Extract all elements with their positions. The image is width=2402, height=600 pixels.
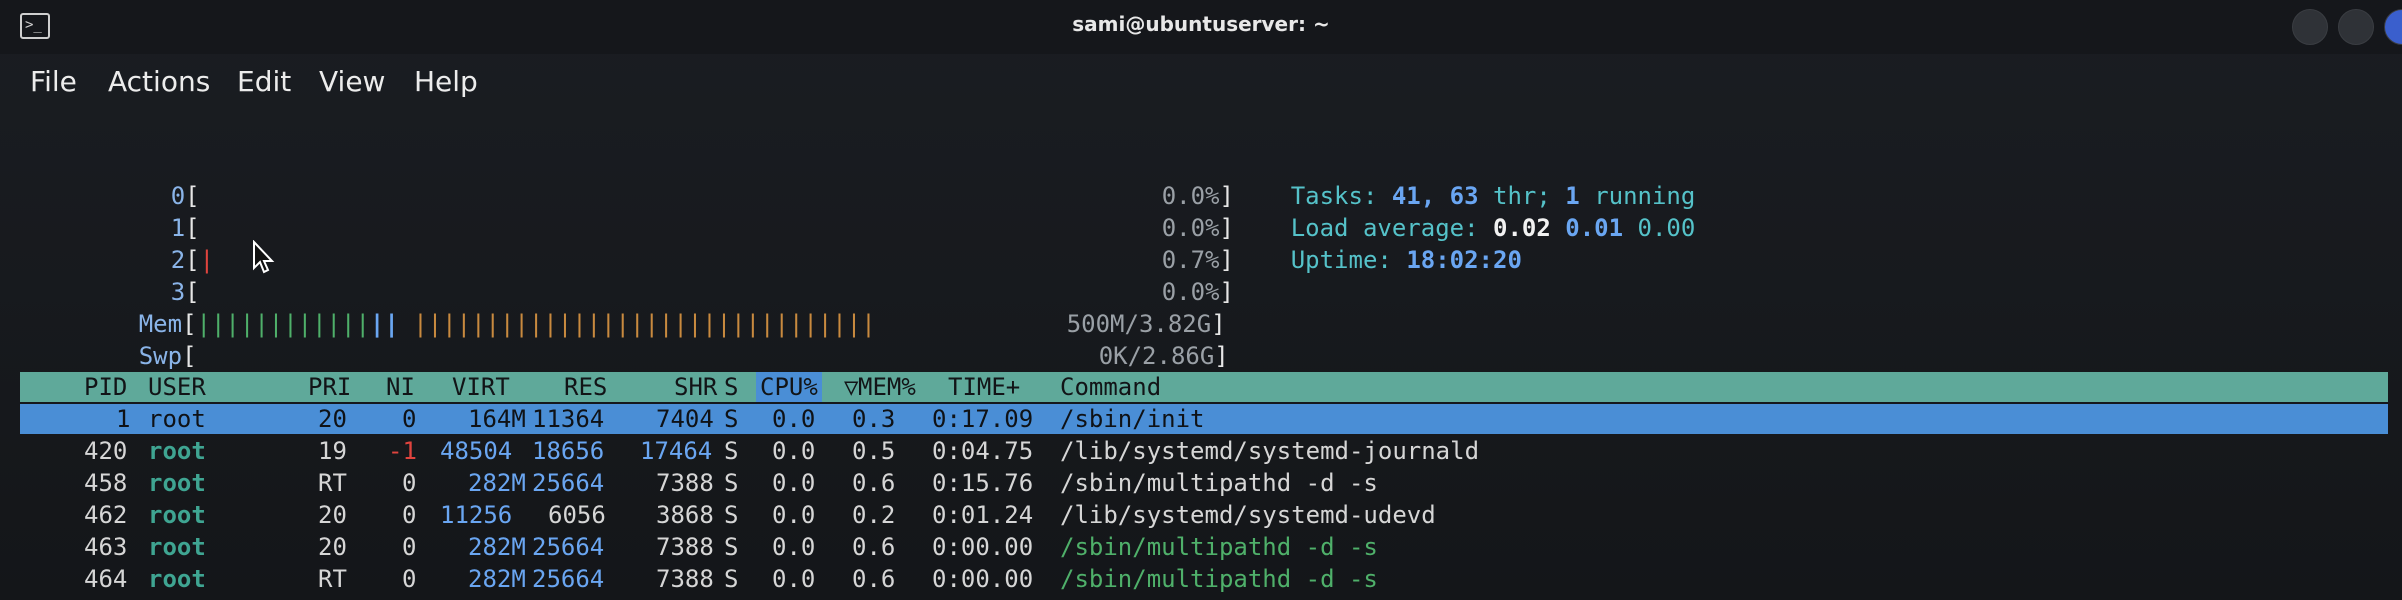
col-time[interactable]: TIME+ <box>948 372 1020 402</box>
cpu-meter-3: 3[ <box>170 278 200 306</box>
tasks-summary: Tasks: 41, 63 thr; 1 running <box>1290 182 1696 210</box>
table-row[interactable]: 458 root RT 0 282M 25664 7388 S 0.0 0.6 … <box>20 468 2388 498</box>
table-row[interactable]: 462 root 20 0 11256 6056 3868 S 0.0 0.2 … <box>20 500 2388 530</box>
col-pid[interactable]: PID <box>84 372 127 402</box>
table-row[interactable]: 420 root 19 -1 48504 18656 17464 S 0.0 0… <box>20 436 2388 466</box>
sort-indicator: ▽ <box>844 373 859 401</box>
menu-actions[interactable]: Actions <box>108 65 210 98</box>
terminal-window: >_ sami@ubuntuserver: ~ File Actions Edi… <box>0 0 2402 600</box>
cpu-meter-0: 0[ <box>170 182 200 210</box>
col-virt[interactable]: VIRT <box>452 372 510 402</box>
load-average: Load average: 0.02 0.01 0.00 <box>1290 214 1696 242</box>
col-pri[interactable]: PRI <box>308 372 351 402</box>
table-row[interactable]: 464 root RT 0 282M 25664 7388 S 0.0 0.6 … <box>20 564 2388 594</box>
col-shr[interactable]: SHR <box>674 372 717 402</box>
col-cpu[interactable]: CPU% <box>756 372 822 402</box>
swap-meter: Swp[ <box>138 342 197 370</box>
mem-meter: Mem[|||||||||||||| |||||||||||||||||||||… <box>138 310 876 338</box>
menu-view[interactable]: View <box>319 65 385 98</box>
window-title: sami@ubuntuserver: ~ <box>1072 12 1330 36</box>
table-row[interactable]: 1 root 20 0 164M 11364 7404 S 0.0 0.3 0:… <box>20 404 2388 434</box>
maximize-button[interactable] <box>2338 9 2374 45</box>
col-user[interactable]: USER <box>148 372 206 402</box>
title-bar: >_ sami@ubuntuserver: ~ <box>0 0 2402 54</box>
swap-value: 0K/2.86G <box>1098 342 1215 370</box>
process-table-header: PID USER PRI NI VIRT RES SHR S CPU% ▽ ME… <box>20 372 2388 402</box>
menu-help[interactable]: Help <box>414 65 478 98</box>
cpu-meter-2: 2[| <box>170 246 215 274</box>
mouse-pointer-icon <box>253 240 275 274</box>
menu-edit[interactable]: Edit <box>237 65 291 98</box>
menu-file[interactable]: File <box>30 65 77 98</box>
col-res[interactable]: RES <box>564 372 607 402</box>
col-command[interactable]: Command <box>1060 372 1161 402</box>
cpu-meter-1: 1[ <box>170 214 200 242</box>
col-state[interactable]: S <box>724 372 738 402</box>
minimize-button[interactable] <box>2292 9 2328 45</box>
col-mem[interactable]: MEM% <box>858 372 916 402</box>
col-ni[interactable]: NI <box>386 372 415 402</box>
menu-bar: File Actions Edit View Help <box>0 54 2402 110</box>
table-row[interactable]: 463 root 20 0 282M 25664 7388 S 0.0 0.6 … <box>20 532 2388 562</box>
uptime: Uptime: 18:02:20 <box>1290 246 1522 274</box>
htop-output[interactable]: 0[ 0.0%] 1[ 0.0%] 2[| 0.7%] 3[ 0.0%] Mem… <box>0 140 2402 600</box>
